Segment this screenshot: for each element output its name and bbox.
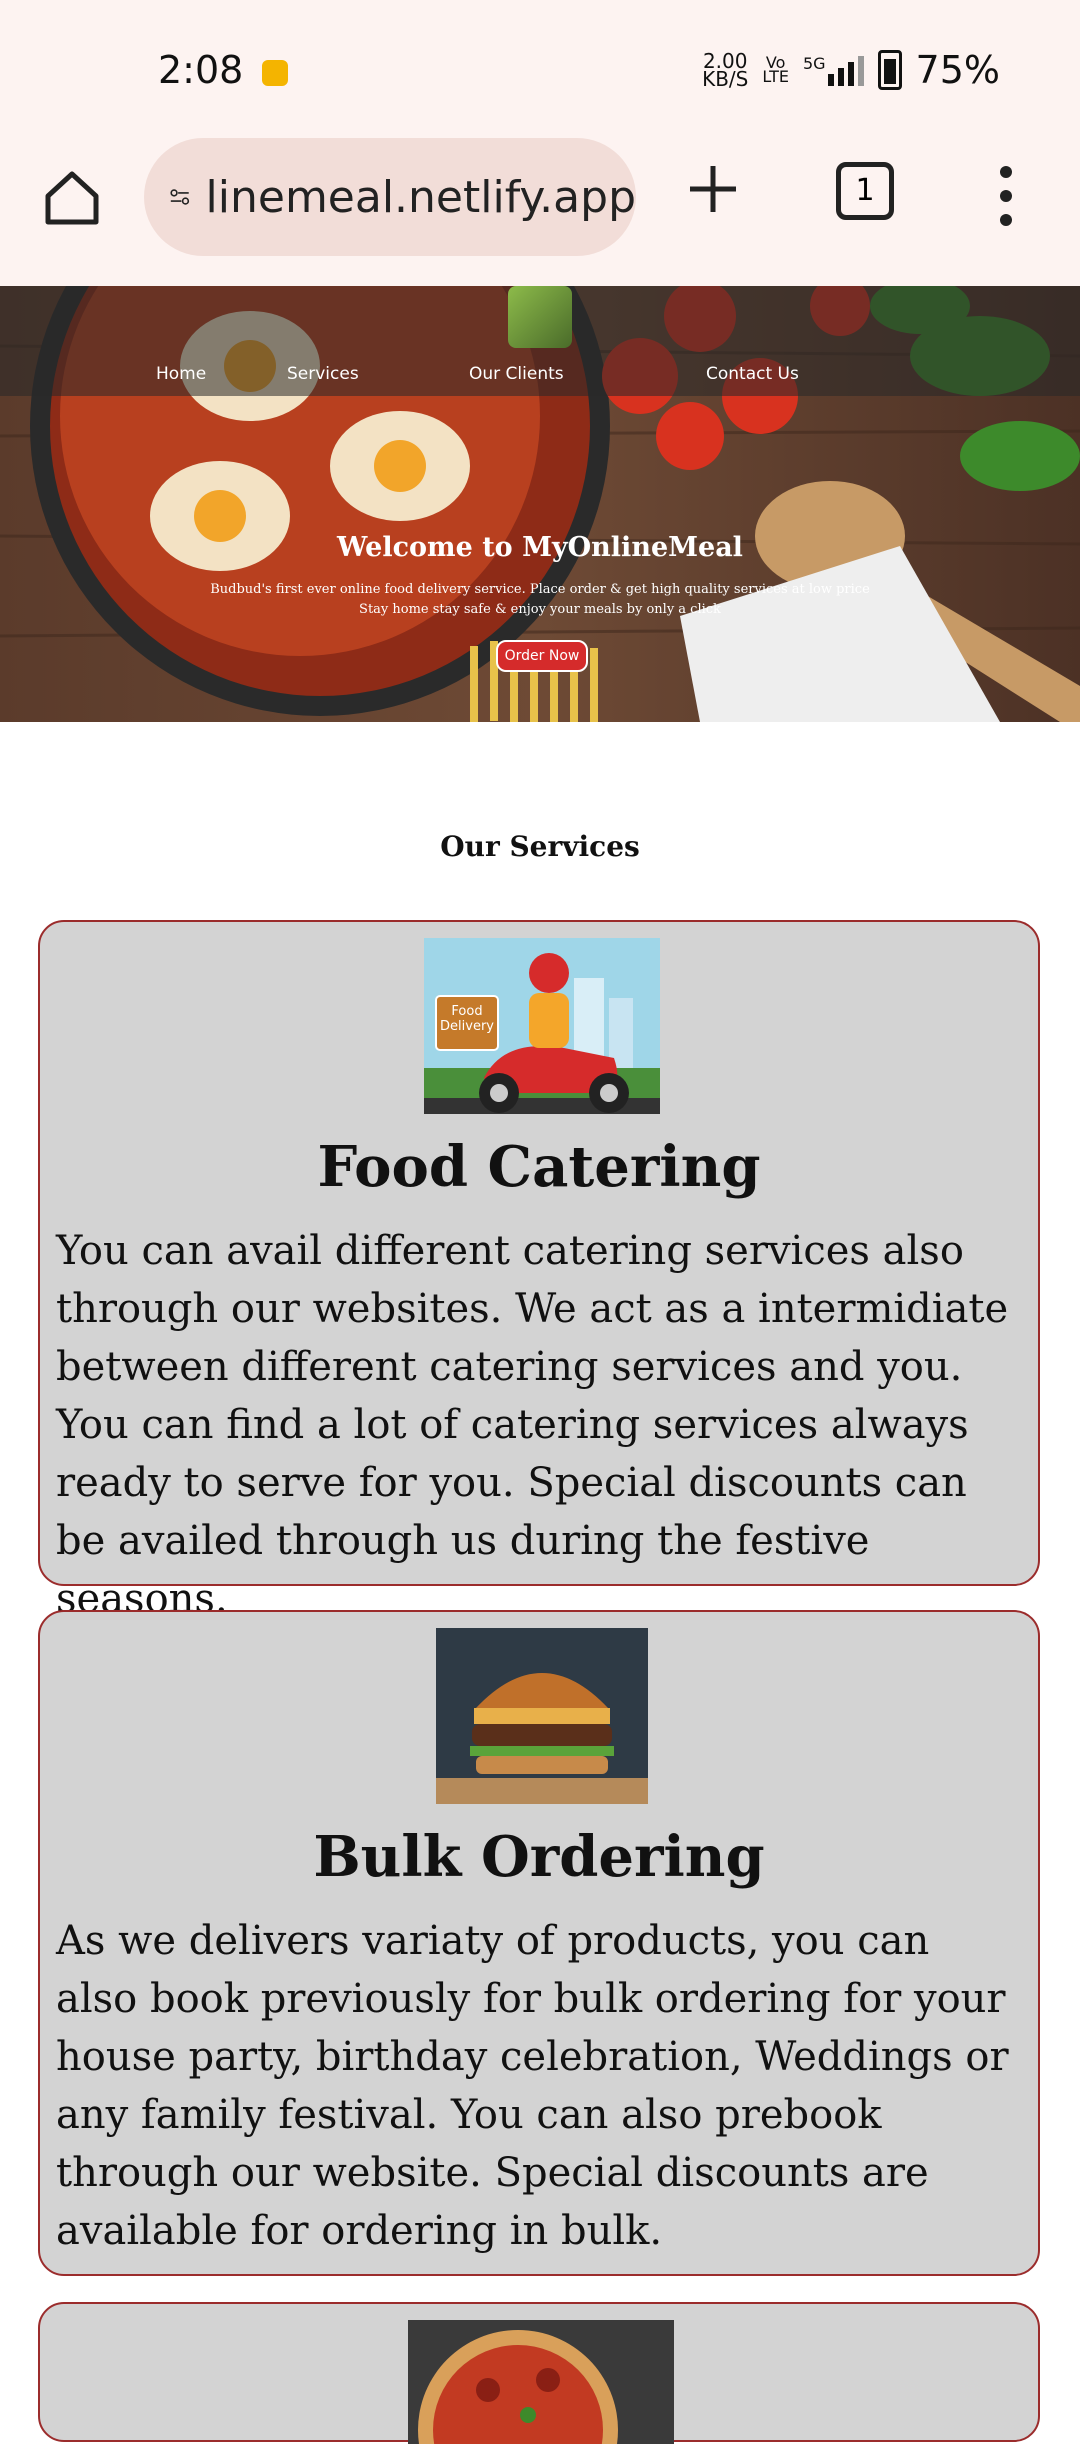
- status-time: 2:08: [158, 48, 244, 92]
- home-icon[interactable]: [42, 168, 102, 228]
- signal-label: 5G: [802, 54, 826, 73]
- card-description: As we delivers variaty of products, you …: [56, 1918, 1009, 2254]
- volte-bottom: LTE: [762, 67, 789, 86]
- status-bar: 2:08 2.00 KB/S Vo LTE 5G 75%: [0, 0, 1080, 138]
- hero-subtitle-2: Stay home stay safe & enjoy your meals b…: [359, 602, 721, 617]
- hero-title: Welcome to MyOnlineMeal: [337, 532, 743, 563]
- site-logo[interactable]: [508, 286, 572, 348]
- card-description: You can avail different catering service…: [56, 1228, 1009, 1622]
- service-card-third: [38, 2302, 1040, 2444]
- notification-icon: [262, 60, 288, 86]
- browser-toolbar: linemeal.netlify.app 1: [0, 138, 1080, 286]
- burger-image: [436, 1628, 648, 1804]
- volte-icon: Vo LTE: [762, 55, 789, 86]
- nav-services[interactable]: Services: [287, 364, 359, 384]
- address-bar[interactable]: linemeal.netlify.app: [144, 138, 636, 256]
- card-title: Food Catering: [317, 1134, 761, 1200]
- pizza-image: [408, 2320, 674, 2444]
- food-delivery-label-2: Delivery: [440, 1019, 494, 1034]
- nav-contact-us[interactable]: Contact Us: [706, 364, 799, 384]
- order-now-button[interactable]: Order Now: [496, 640, 588, 672]
- site-settings-icon[interactable]: [170, 177, 190, 217]
- service-card-food-catering: Food Delivery Food Catering You can avai…: [38, 920, 1040, 1622]
- hero-banner: Home Services Our Clients Contact Us Wel…: [0, 286, 1080, 722]
- nav-our-clients[interactable]: Our Clients: [469, 364, 564, 384]
- net-speed: 2.00 KB/S: [702, 51, 749, 91]
- card-title: Bulk Ordering: [313, 1824, 765, 1890]
- nav-home[interactable]: Home: [156, 364, 206, 384]
- battery-level: 75%: [915, 48, 1000, 92]
- url-text[interactable]: linemeal.netlify.app: [206, 172, 636, 223]
- food-delivery-label-1: Food: [451, 1004, 483, 1019]
- more-menu-icon[interactable]: [998, 166, 1014, 226]
- signal-icon: 5G: [803, 54, 864, 86]
- services-heading: Our Services: [440, 830, 640, 863]
- hero-subtitle-1: Budbud's first ever online food delivery…: [210, 582, 870, 597]
- new-tab-icon[interactable]: [686, 162, 740, 216]
- net-speed-unit: KB/S: [702, 67, 749, 91]
- tab-switcher-button[interactable]: 1: [836, 162, 894, 220]
- battery-icon: [877, 50, 902, 90]
- status-indicators: 2.00 KB/S Vo LTE 5G 75%: [702, 48, 1000, 92]
- food-delivery-image: Food Delivery: [424, 938, 660, 1114]
- service-card-bulk-ordering: Bulk Ordering As we delivers variaty of …: [38, 1610, 1040, 2276]
- site-nav: Home Services Our Clients Contact Us: [0, 286, 1080, 396]
